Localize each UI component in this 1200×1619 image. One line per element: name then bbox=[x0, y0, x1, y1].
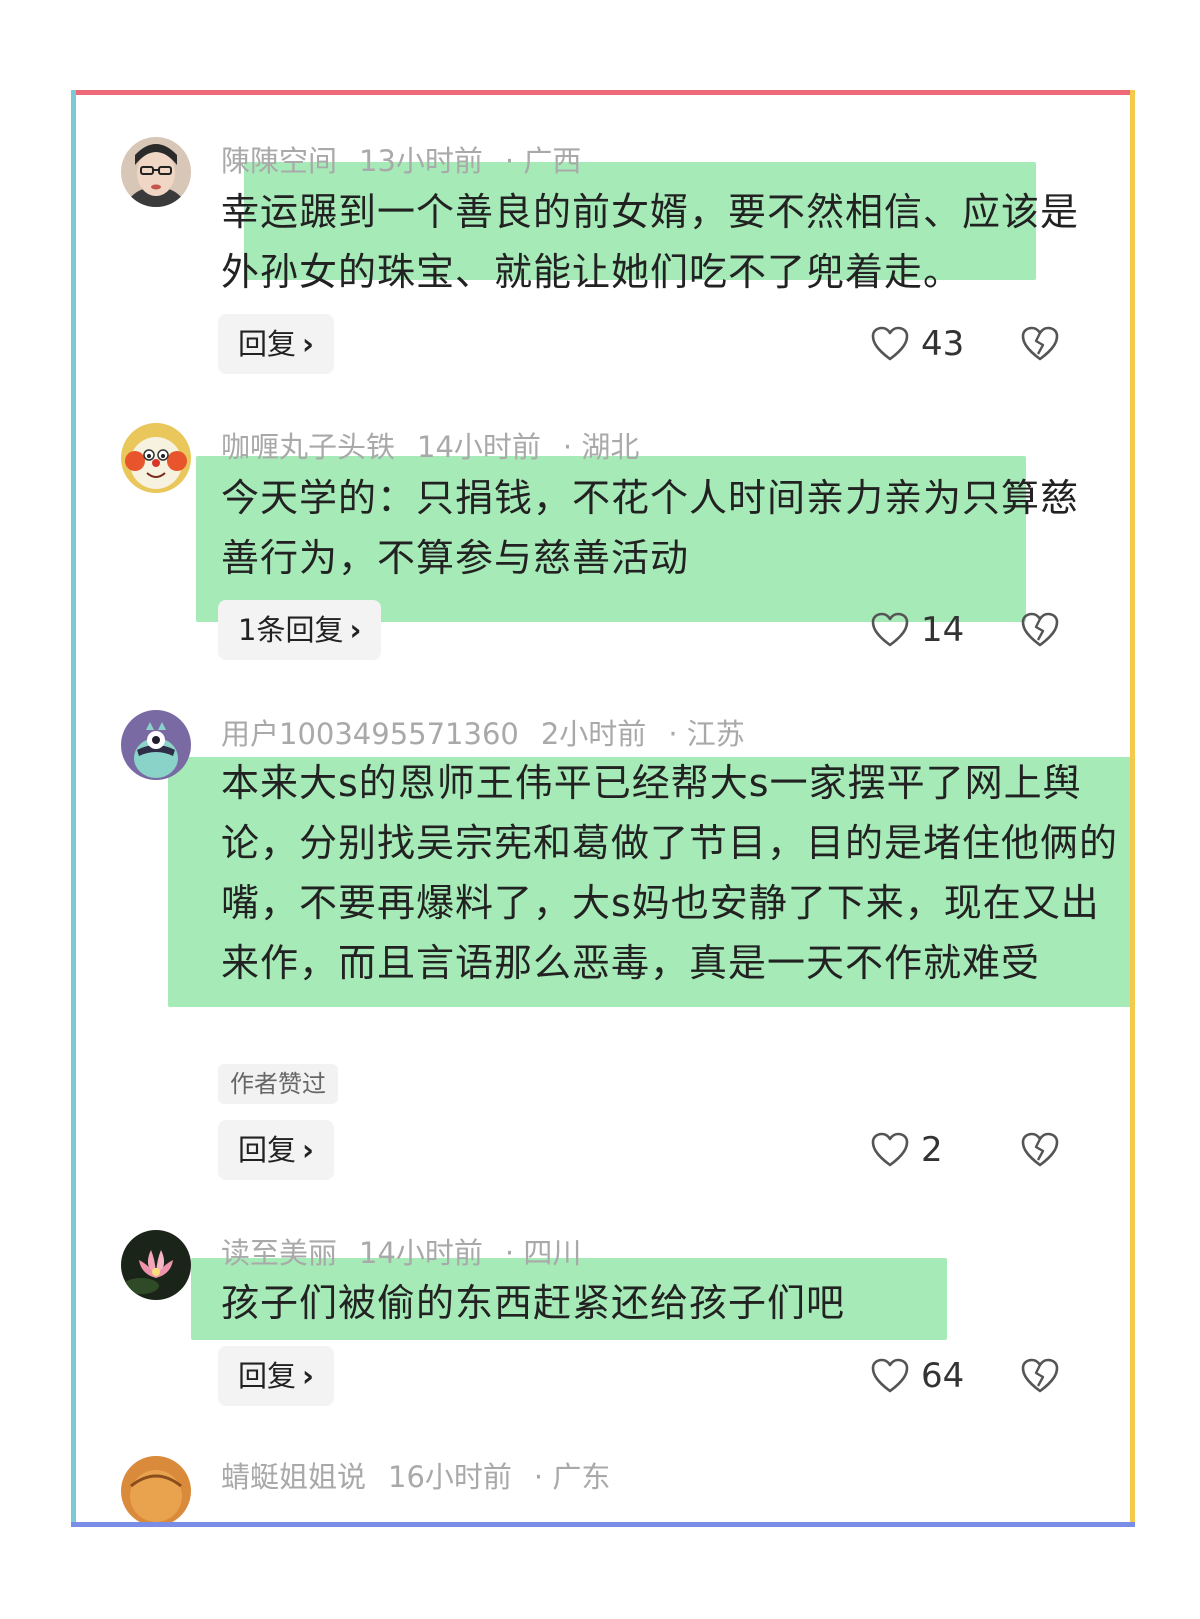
frame-border-right bbox=[1130, 90, 1135, 1527]
user-photo-avatar[interactable] bbox=[121, 137, 191, 207]
chevron-right-icon: › bbox=[302, 1133, 314, 1167]
comment-meta: 用户1003495571360 2小时前 · 江苏 bbox=[221, 711, 767, 753]
timestamp: 2小时前 bbox=[540, 717, 647, 751]
username[interactable]: 咖喱丸子头铁 bbox=[221, 430, 395, 464]
chevron-right-icon: › bbox=[302, 1359, 314, 1393]
reply-label: 回复 bbox=[238, 1133, 297, 1167]
location: · 湖北 bbox=[562, 430, 640, 464]
like-button[interactable]: 14 bbox=[871, 600, 964, 660]
timestamp: 13小时前 bbox=[359, 144, 483, 178]
cartoon-face-avatar[interactable] bbox=[121, 423, 191, 493]
heart-icon bbox=[871, 326, 909, 361]
like-count: 64 bbox=[921, 1356, 965, 1396]
monster-avatar[interactable] bbox=[121, 710, 191, 780]
like-button[interactable]: 64 bbox=[871, 1346, 964, 1406]
comment-list: 陳陳空间 13小时前 · 广西 幸运蹍到一个善良的前女婿，要不然相信、应该是外孙女的… bbox=[71, 90, 1135, 1526]
view-replies-button[interactable]: 1条回复 › bbox=[218, 600, 382, 660]
username[interactable]: 蜻蜓姐姐说 bbox=[221, 1460, 366, 1494]
location: · 江苏 bbox=[668, 717, 745, 751]
timestamp: 16小时前 bbox=[388, 1460, 512, 1494]
like-count: 2 bbox=[921, 1130, 943, 1170]
like-count: 14 bbox=[921, 610, 965, 650]
chevron-right-icon: › bbox=[302, 327, 314, 361]
like-button[interactable]: 43 bbox=[871, 314, 964, 374]
reply-button[interactable]: 回复 › bbox=[218, 1120, 334, 1180]
location: · 广西 bbox=[504, 144, 582, 178]
author-liked-badge: 作者赞过 bbox=[218, 1064, 338, 1104]
reply-button[interactable]: 回复 › bbox=[218, 1346, 334, 1406]
dislike-button[interactable] bbox=[1021, 314, 1059, 374]
broken-heart-icon bbox=[1021, 612, 1059, 647]
comment-meta: 读至美丽 14小时前 · 四川 bbox=[221, 1230, 603, 1272]
timestamp: 14小时前 bbox=[417, 430, 541, 464]
broken-heart-icon bbox=[1021, 326, 1059, 361]
like-count: 43 bbox=[921, 324, 965, 364]
comment-meta: 咖喱丸子头铁 14小时前 · 湖北 bbox=[221, 424, 661, 466]
username[interactable]: 读至美丽 bbox=[221, 1236, 337, 1270]
comment-text: 今天学的：只捐钱，不花个人时间亲力亲为只算慈善行为，不算参与慈善活动 bbox=[221, 476, 1080, 580]
broken-heart-icon bbox=[1021, 1132, 1059, 1167]
like-button[interactable]: 2 bbox=[871, 1120, 943, 1180]
comment-text: 孩子们被偷的东西赶紧还给孩子们吧 bbox=[221, 1281, 846, 1325]
dislike-button[interactable] bbox=[1021, 1120, 1059, 1180]
frame-border-bottom bbox=[71, 1522, 1135, 1527]
username[interactable]: 陳陳空间 bbox=[221, 144, 337, 178]
comment-meta: 陳陳空间 13小时前 · 广西 bbox=[221, 138, 603, 180]
frame-border-top bbox=[71, 90, 1135, 95]
chevron-right-icon: › bbox=[349, 613, 362, 647]
reply-label: 回复 bbox=[238, 1359, 297, 1393]
dislike-button[interactable] bbox=[1021, 600, 1059, 660]
username[interactable]: 用户1003495571360 bbox=[221, 717, 519, 751]
reply-label: 1条回复 bbox=[238, 613, 344, 647]
location: · 四川 bbox=[504, 1236, 582, 1270]
heart-icon bbox=[871, 1358, 909, 1393]
comment-meta: 蜻蜓姐姐说 16小时前 · 广东 bbox=[221, 1454, 632, 1496]
comment-text: 本来大s的恩师王伟平已经帮大s一家摆平了网上舆论，分别找吴宗宪和葛做了节目，目的… bbox=[221, 761, 1119, 985]
partial-avatar[interactable] bbox=[121, 1456, 191, 1526]
lotus-avatar[interactable] bbox=[121, 1230, 191, 1300]
heart-icon bbox=[871, 1132, 909, 1167]
dislike-button[interactable] bbox=[1021, 1346, 1059, 1406]
timestamp: 14小时前 bbox=[359, 1236, 483, 1270]
location: · 广东 bbox=[533, 1460, 611, 1494]
comment-text: 幸运蹍到一个善良的前女婿，要不然相信、应该是外孙女的珠宝、就能让她们吃不了兜着走… bbox=[221, 190, 1080, 294]
heart-icon bbox=[871, 612, 909, 647]
reply-label: 回复 bbox=[238, 327, 297, 361]
broken-heart-icon bbox=[1021, 1358, 1059, 1393]
frame-border-left bbox=[71, 90, 76, 1527]
reply-button[interactable]: 回复 › bbox=[218, 314, 334, 374]
